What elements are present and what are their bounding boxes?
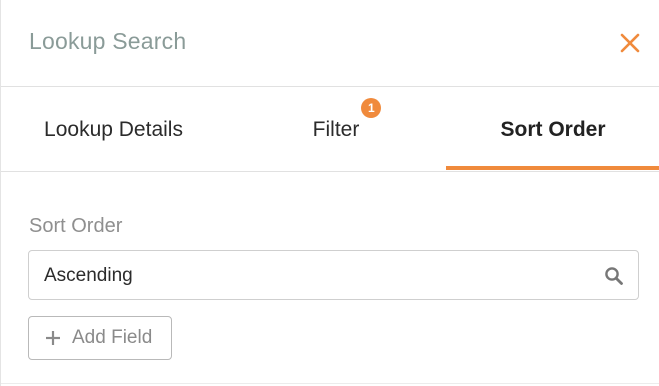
active-tab-indicator [446,166,659,170]
panel-title: Lookup Search [29,28,187,54]
tab-bar: Lookup Details Filter 1 Sort Order [1,87,659,172]
sort-order-label: Sort Order [29,215,123,237]
filter-count-badge: 1 [361,97,382,118]
sort-order-value: Ascending [44,265,133,286]
tab-label: Filter [312,117,360,141]
lookup-search-panel: Lookup Search Lookup Details Filter 1 So… [0,0,659,386]
plus-icon [46,331,60,345]
add-field-label: Add Field [72,327,153,348]
tab-lookup-details[interactable]: Lookup Details [1,87,226,172]
panel-header: Lookup Search [1,0,659,87]
tab-sort-order[interactable]: Sort Order [446,87,659,172]
tab-filter[interactable]: Filter 1 [226,87,446,172]
sort-order-select[interactable]: Ascending [28,250,639,300]
bottom-divider [1,383,659,384]
tab-label-wrap: Filter 1 [312,97,382,142]
close-icon [620,33,640,53]
tab-label: Lookup Details [44,117,183,141]
add-field-button[interactable]: Add Field [28,316,172,360]
tab-label: Sort Order [500,117,606,141]
search-icon[interactable] [604,266,624,286]
close-button[interactable] [617,30,643,56]
